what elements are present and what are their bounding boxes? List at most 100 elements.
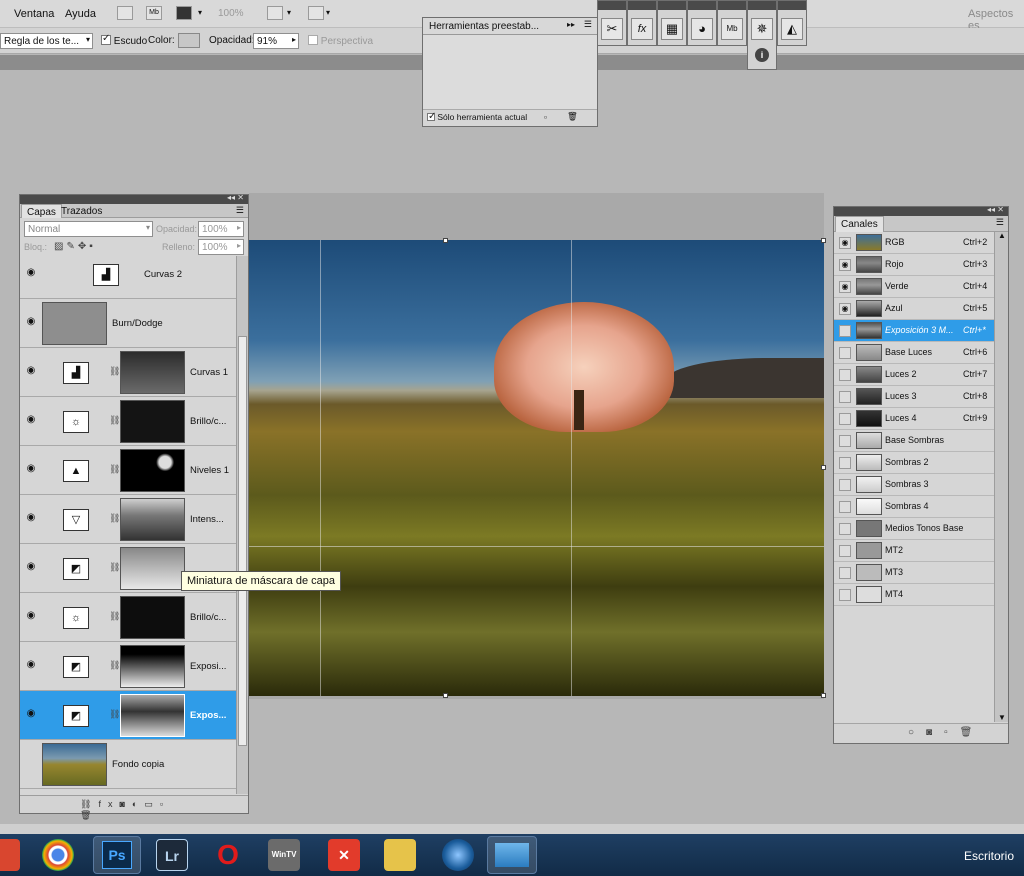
eye-icon[interactable]: ◉	[24, 610, 38, 624]
layer-mask-thumbnail[interactable]	[120, 498, 185, 541]
channel-row[interactable]: ◉ RGB Ctrl+2	[834, 232, 994, 254]
visibility-toggle[interactable]	[839, 501, 851, 513]
channel-row[interactable]: ◉ Azul Ctrl+5	[834, 298, 994, 320]
adjustment-icon[interactable]: ◐	[132, 799, 144, 809]
info-icon[interactable]: i	[755, 48, 769, 62]
photos-task-button[interactable]	[487, 836, 537, 874]
fx-icon[interactable]: fx	[98, 799, 119, 809]
presets-list[interactable]	[423, 35, 597, 109]
opera-icon[interactable]: O	[212, 839, 244, 871]
layer-row[interactable]: ◉ Burn/Dodge	[20, 299, 236, 348]
chevron-down-icon[interactable]: ▾	[198, 8, 202, 17]
layer-mask-thumbnail[interactable]	[120, 694, 185, 737]
perspective-checkbox[interactable]	[308, 35, 318, 45]
channel-row-selected[interactable]: Exposición 3 M... Ctrl+*	[834, 320, 994, 342]
channel-row[interactable]: Luces 2 Ctrl+7	[834, 364, 994, 386]
only-current-checkbox[interactable]	[427, 111, 436, 122]
photoshop-task-button[interactable]: Ps	[93, 836, 141, 874]
collapse-icon[interactable]: ◂◂ ✕	[227, 193, 244, 202]
new-layer-icon[interactable]: ▫	[160, 799, 170, 809]
layer-row[interactable]: ◉ ▟ ⛓ Curvas 1	[20, 348, 236, 397]
scroll-down-icon[interactable]: ▼	[998, 713, 1006, 722]
link-layers-icon[interactable]: ⛓	[80, 799, 98, 809]
visibility-toggle[interactable]	[839, 391, 851, 403]
visibility-toggle[interactable]	[839, 369, 851, 381]
histogram-icon[interactable]: ◭	[781, 18, 803, 40]
eye-icon[interactable]: ◉	[839, 303, 851, 315]
mini-bridge-icon[interactable]: Mb	[146, 6, 162, 20]
visibility-toggle[interactable]	[839, 457, 851, 469]
visibility-toggle[interactable]	[839, 567, 851, 579]
layer-row[interactable]: ◉ ▲ ⛓ Niveles 1	[20, 446, 236, 495]
layer-row[interactable]: ◉ ▟ Curvas 2	[20, 256, 236, 299]
layer-row-selected[interactable]: ◉ ◩ ⛓ Expos...	[20, 691, 236, 740]
visibility-toggle[interactable]	[839, 435, 851, 447]
layer-row[interactable]: ◉ ☼ ⛓ Brillo/c...	[20, 593, 236, 642]
add-mask-icon[interactable]: ◙	[119, 799, 131, 809]
tab-trazados[interactable]: Trazados	[56, 204, 107, 218]
eye-icon[interactable]: ◉	[24, 463, 38, 477]
channel-row[interactable]: MT3	[834, 562, 994, 584]
document-canvas[interactable]	[249, 193, 826, 699]
guide-line[interactable]	[320, 240, 321, 696]
layer-mask-thumbnail[interactable]	[120, 351, 185, 394]
panel-menu-icon[interactable]: ☰	[996, 217, 1004, 228]
panel-menu-icon[interactable]: ☰	[584, 19, 592, 30]
lock-icons[interactable]: ▨✎✥▪	[54, 241, 96, 252]
chevron-right-icon[interactable]: ▸	[237, 241, 241, 250]
eye-icon[interactable]: ◉	[839, 259, 851, 271]
eye-icon[interactable]: ◉	[839, 281, 851, 293]
channel-row[interactable]: Sombras 2	[834, 452, 994, 474]
trash-icon[interactable]: 🗑	[80, 810, 98, 820]
fx-icon[interactable]: fx	[631, 18, 653, 40]
visibility-toggle[interactable]	[839, 413, 851, 425]
load-selection-icon[interactable]: ○	[908, 727, 926, 738]
eye-icon[interactable]: ◉	[24, 659, 38, 673]
compass-icon[interactable]: ✵	[751, 18, 773, 40]
menu-ayuda[interactable]: Ayuda	[65, 8, 96, 20]
chevron-down-icon[interactable]: ▾	[326, 8, 330, 17]
folder-icon[interactable]: ▭	[144, 799, 160, 809]
new-preset-icon[interactable]: ▫	[544, 112, 547, 122]
visibility-toggle[interactable]	[839, 545, 851, 557]
chevron-down-icon[interactable]: ▾	[287, 8, 291, 17]
app-icon-globe[interactable]	[442, 839, 474, 871]
save-selection-icon[interactable]: ◙	[926, 727, 944, 738]
channel-row[interactable]: Sombras 3	[834, 474, 994, 496]
menu-ventana[interactable]: Ventana	[14, 8, 54, 20]
photo-canvas[interactable]	[249, 240, 824, 696]
transform-handle[interactable]	[443, 693, 448, 698]
blend-mode-select[interactable]: Normal ▾	[24, 221, 153, 237]
layer-mask-thumbnail[interactable]	[120, 645, 185, 688]
layer-mask-thumbnail[interactable]	[120, 449, 185, 492]
desktop-label[interactable]: Escritorio	[964, 849, 1014, 863]
chrome-icon[interactable]	[42, 839, 74, 871]
layer-row[interactable]: ◉ ☼ ⛓ Brillo/c...	[20, 397, 236, 446]
visibility-toggle[interactable]	[839, 347, 851, 359]
channel-row[interactable]: Base Sombras	[834, 430, 994, 452]
scroll-thumb[interactable]	[238, 336, 247, 746]
layer-opacity-field[interactable]: 100% ▸	[198, 221, 244, 237]
layer-row[interactable]: Fondo copia	[20, 740, 236, 789]
app-icon-k[interactable]: ✕	[328, 839, 360, 871]
escudo-checkbox[interactable]	[101, 33, 111, 45]
new-channel-icon[interactable]: ▫	[944, 727, 960, 738]
chevron-right-icon[interactable]: ▸	[237, 223, 241, 232]
app-icon-tools[interactable]	[384, 839, 416, 871]
collapse-icon[interactable]: ◂◂ ✕	[987, 205, 1004, 214]
screen-mode-icon[interactable]	[308, 6, 324, 20]
channel-row[interactable]: Luces 3 Ctrl+8	[834, 386, 994, 408]
layer-thumbnail[interactable]	[42, 302, 107, 345]
view-extras-icon[interactable]	[176, 6, 192, 20]
eye-icon[interactable]: ◉	[24, 267, 38, 281]
opacity-field[interactable]: 91% ▸	[253, 33, 299, 49]
eye-icon[interactable]: ◉	[839, 237, 851, 249]
grid-icon[interactable]: ▦	[661, 18, 683, 40]
wintv-icon[interactable]: WinTV	[268, 839, 300, 871]
trash-icon[interactable]: 🗑	[960, 727, 985, 738]
visibility-toggle[interactable]	[839, 325, 851, 337]
channel-row[interactable]: Sombras 4	[834, 496, 994, 518]
eye-icon[interactable]: ◉	[24, 708, 38, 722]
panel-menu-icon[interactable]: ☰	[236, 205, 244, 216]
tools-icon[interactable]: ✂	[601, 18, 623, 40]
